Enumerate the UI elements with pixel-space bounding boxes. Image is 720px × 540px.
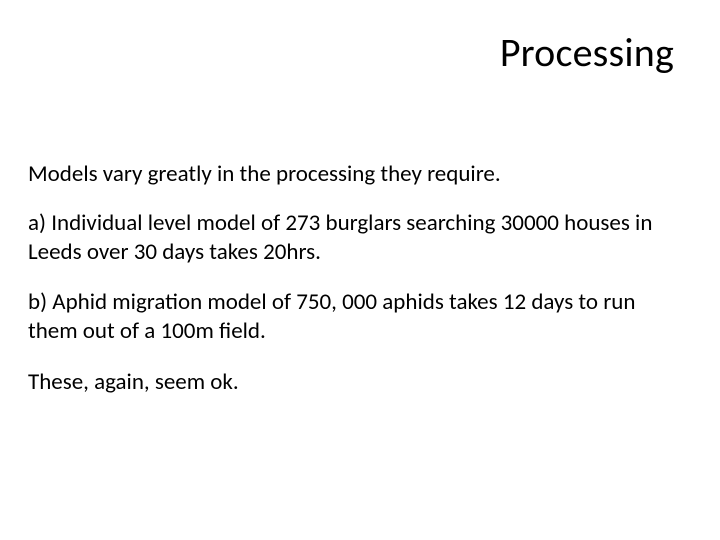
- slide-body: Models vary greatly in the processing th…: [28, 160, 680, 419]
- paragraph-intro: Models vary greatly in the processing th…: [28, 160, 680, 189]
- paragraph-example-b: b) Aphid migration model of 750, 000 aph…: [28, 288, 680, 346]
- paragraph-conclusion: These, again, seem ok.: [28, 368, 680, 397]
- slide-title: Processing: [500, 28, 674, 77]
- paragraph-example-a: a) Individual level model of 273 burglar…: [28, 209, 680, 267]
- slide: Processing Models vary greatly in the pr…: [0, 0, 720, 540]
